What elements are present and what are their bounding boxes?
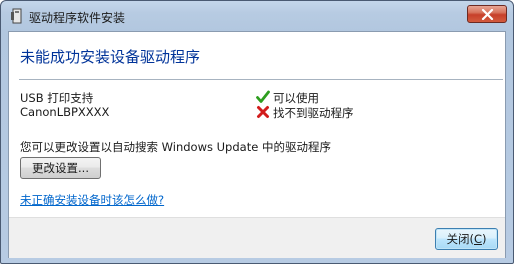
green-check-icon xyxy=(256,90,270,104)
close-button[interactable]: 关闭(C) xyxy=(435,228,498,250)
driver-install-window: 驱动程序软件安装 未能成功安装设备驱动程序 USB 打印支持 可以使用 Cano… xyxy=(0,0,514,264)
device-name: USB 打印支持 xyxy=(20,91,94,105)
device-row-usb: USB 打印支持 可以使用 xyxy=(20,90,500,106)
device-name: CanonLBPXXXX xyxy=(20,105,110,119)
close-label-prefix: 关闭( xyxy=(446,232,474,246)
red-x-icon xyxy=(256,105,270,119)
dialog-content: 未能成功安装设备驱动程序 USB 打印支持 可以使用 CanonLBPXXXX … xyxy=(8,31,506,258)
title-bar[interactable]: 驱动程序软件安装 xyxy=(1,1,513,29)
window-title: 驱动程序软件安装 xyxy=(29,11,126,25)
device-status: 可以使用 xyxy=(273,91,319,105)
device-row-canon: CanonLBPXXXX 找不到驱动程序 xyxy=(20,105,500,121)
device-status: 找不到驱动程序 xyxy=(273,106,354,120)
dialog-footer: 关闭(C) xyxy=(9,217,505,258)
device-app-icon xyxy=(10,8,24,24)
help-link[interactable]: 未正确安装设备时该怎么做? xyxy=(20,192,164,208)
close-label-suffix: ) xyxy=(482,232,487,246)
window-close-button[interactable] xyxy=(467,5,507,23)
page-title: 未能成功安装设备驱动程序 xyxy=(20,48,201,66)
change-settings-button[interactable]: 更改设置... xyxy=(20,157,101,179)
divider xyxy=(19,79,503,80)
close-icon xyxy=(481,9,494,20)
windows-update-info: 您可以更改设置以自动搜索 Windows Update 中的驱动程序 xyxy=(20,140,331,154)
close-access-key: C xyxy=(473,232,483,246)
